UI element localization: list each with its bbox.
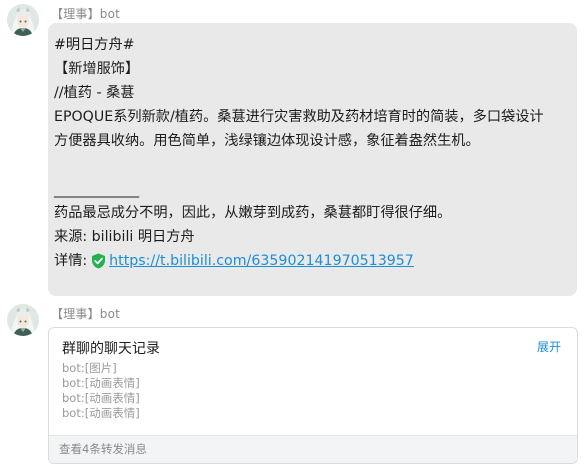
sender-avatar[interactable] — [7, 4, 39, 36]
card-preview-line: bot:[动画表情] — [62, 406, 140, 420]
forwarded-chat-card[interactable]: 群聊的聊天记录 展开 bot:[图片] bot:[动画表情] bot:[动画表情… — [48, 327, 578, 464]
detail-link[interactable]: https://t.bilibili.com/63590214197051395… — [109, 249, 414, 273]
avatar-image — [7, 4, 39, 36]
view-forwarded-messages-link[interactable]: 查看4条转发消息 — [49, 435, 577, 463]
message-bubble: #明日方舟# 【新增服饰】 //植药 - 桑葚 EPOQUE系列新款/植药。桑葚… — [48, 23, 577, 296]
message-line: #明日方舟# — [54, 37, 135, 53]
card-title: 群聊的聊天记录 — [62, 341, 160, 357]
message-line: EPOQUE系列新款/植药。桑葚进行灾害救助及药材培育时的简装，多口袋设计 — [54, 109, 544, 125]
sender-name: 【理事】bot — [51, 7, 121, 21]
card-preview-line: bot:[动画表情] — [62, 391, 140, 405]
card-preview-lines: bot:[图片] bot:[动画表情] bot:[动画表情] bot:[动画表情… — [62, 361, 140, 421]
message-line: 方便器具收纳。用色简单，浅绿镶边体现设计感，象征着盎然生机。 — [54, 133, 480, 149]
message-line: 药品最忌成分不明，因此，从嫩芽到成药，桑葚都盯得很仔细。 — [54, 205, 452, 221]
expand-button[interactable]: 展开 — [537, 338, 561, 355]
verified-shield-icon — [92, 253, 106, 269]
sender-avatar[interactable] — [7, 304, 39, 336]
message-divider-line: ____________ — [54, 182, 140, 198]
card-preview-line: bot:[图片] — [62, 361, 117, 375]
detail-row: 详情: https://t.bilibili.com/6359021419705… — [54, 249, 577, 273]
message-line: 来源: bilibili 明日方舟 — [54, 229, 195, 245]
message-line: //植药 - 桑葚 — [54, 85, 135, 101]
sender-name: 【理事】bot — [51, 307, 121, 321]
detail-label: 详情: — [54, 253, 88, 269]
message-line: 【新增服饰】 — [54, 61, 140, 77]
card-preview-line: bot:[动画表情] — [62, 376, 140, 390]
avatar-image — [7, 304, 39, 336]
